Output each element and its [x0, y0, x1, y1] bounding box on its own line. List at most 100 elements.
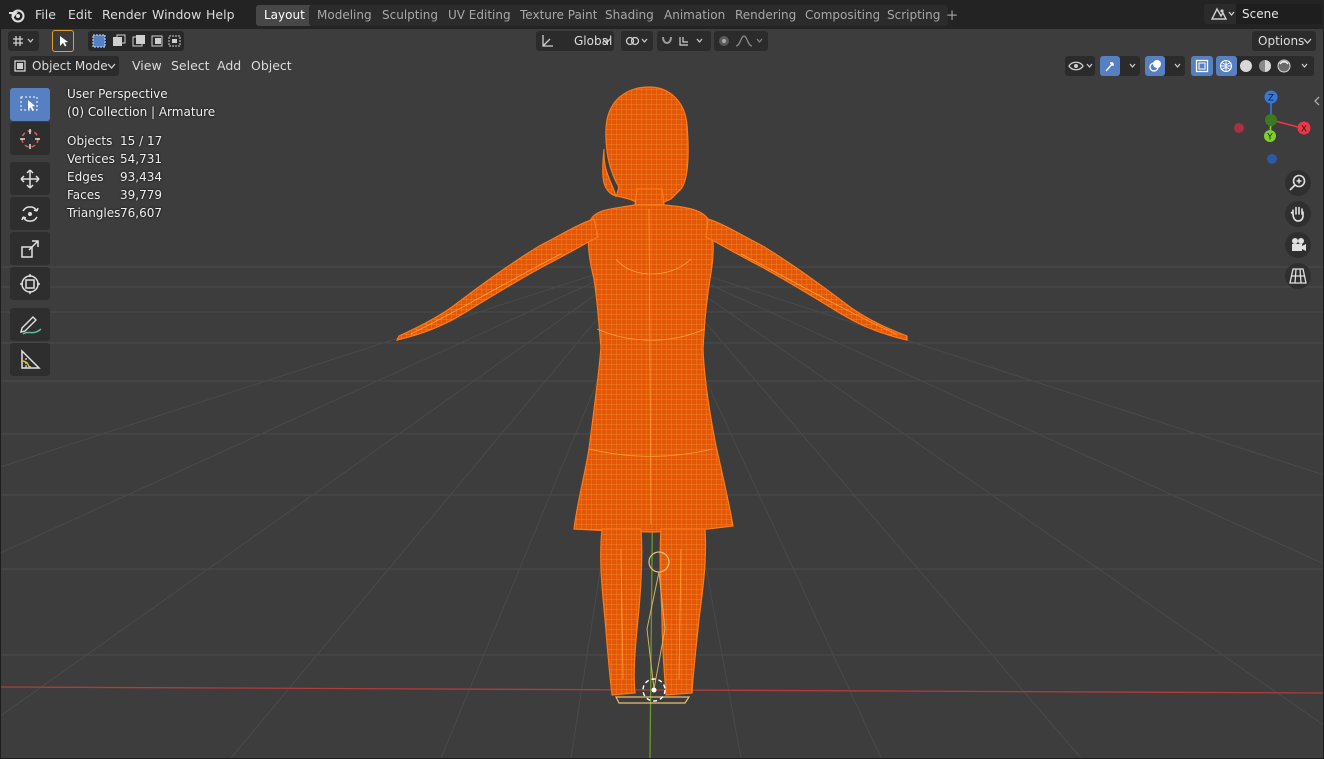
scene-icon — [1210, 7, 1235, 20]
select-box-icon — [20, 96, 38, 111]
stat-faces-label: Faces — [67, 188, 101, 202]
viewport-scene — [1, 86, 1323, 758]
options-dropdown[interactable]: Options — [1252, 31, 1316, 51]
menu-window[interactable]: Window — [152, 7, 201, 22]
3d-cursor-icon — [20, 129, 40, 149]
pivot-point-dropdown[interactable] — [621, 31, 653, 51]
viewport-menu-view[interactable]: View — [132, 58, 162, 73]
eye-icon — [1068, 61, 1093, 71]
move-arrows-icon — [20, 169, 40, 189]
cursor-tool[interactable] — [10, 122, 50, 155]
menu-edit[interactable]: Edit — [68, 7, 92, 22]
transform-tool[interactable] — [10, 267, 50, 300]
stat-faces-value: 39,779 — [120, 188, 162, 202]
menu-file[interactable]: File — [35, 7, 56, 22]
gizmo-z-label: Z — [1268, 94, 1274, 104]
tab-shading[interactable]: Shading — [597, 5, 662, 26]
x-axis-line — [1, 686, 1323, 694]
select-box-tool[interactable] — [10, 88, 50, 121]
tab-texture-paint[interactable]: Texture Paint — [512, 5, 606, 26]
pencil-icon — [20, 316, 42, 335]
scale-tool[interactable] — [10, 232, 50, 265]
mode-label: Object Mode — [32, 59, 108, 73]
top-bar: File Edit Render Window Help Layout Mode… — [0, 0, 1324, 29]
cursor-arrow-icon — [60, 36, 68, 47]
viewport-menu-add[interactable]: Add — [217, 58, 241, 73]
measure-tool[interactable] — [10, 343, 50, 376]
rotate-tool[interactable] — [10, 197, 50, 230]
add-workspace-button[interactable]: + — [943, 6, 961, 24]
shading-mode-group — [1216, 56, 1314, 76]
mode-dropdown[interactable]: Object Mode — [10, 56, 119, 76]
menu-render[interactable]: Render — [102, 7, 147, 22]
view-name-label: User Perspective — [67, 87, 168, 101]
stat-triangles-value: 76,607 — [120, 206, 162, 220]
tab-sculpting[interactable]: Sculpting — [374, 5, 447, 26]
stat-vertices-label: Vertices — [67, 152, 115, 166]
transform-icon — [20, 274, 40, 294]
xray-toggle-button[interactable] — [1191, 56, 1213, 76]
gizmo-y-label: Y — [1266, 133, 1273, 143]
ruler-icon — [21, 349, 41, 369]
gizmo-neg-x[interactable] — [1234, 123, 1244, 133]
xray-icon — [1195, 59, 1209, 73]
proportional-falloff-icon — [719, 35, 763, 47]
gizmo-neg-y[interactable] — [1265, 114, 1277, 126]
tab-uv-editing[interactable]: UV Editing — [440, 5, 519, 26]
tab-rendering[interactable]: Rendering — [727, 5, 805, 26]
tab-compositing[interactable]: Compositing — [797, 5, 889, 26]
selection-modes-icon[interactable] — [91, 34, 183, 48]
move-tool[interactable] — [10, 162, 50, 195]
tab-scripting[interactable]: Scripting — [879, 5, 949, 26]
perspective-grid-icon — [1289, 268, 1307, 284]
annotate-tool[interactable] — [10, 308, 50, 341]
chevron-down-icon — [602, 38, 611, 44]
gizmo-icon — [1105, 62, 1136, 72]
selection-mode-group — [88, 31, 184, 51]
snapping-group[interactable] — [657, 31, 711, 51]
blender-logo-icon[interactable] — [8, 6, 26, 24]
zoom-button[interactable] — [1285, 170, 1311, 196]
select-tool-button[interactable] — [52, 30, 74, 52]
overlays-toggle-group[interactable] — [1145, 56, 1185, 76]
tab-modeling[interactable]: Modeling — [309, 5, 380, 26]
chevron-down-icon — [1303, 38, 1312, 44]
hand-icon — [1290, 206, 1304, 222]
gizmo-toggle-group[interactable] — [1100, 56, 1140, 76]
camera-icon — [1292, 238, 1306, 251]
proportional-editing-group[interactable] — [714, 31, 768, 51]
orientation-axes-icon — [542, 35, 553, 47]
grid-snap-icon — [13, 36, 34, 46]
object-mode-icon — [14, 60, 26, 72]
zoom-magnifier-icon — [1289, 174, 1306, 191]
rotate-icon — [21, 206, 39, 222]
viewport-menu-object[interactable]: Object — [251, 58, 292, 73]
tab-animation[interactable]: Animation — [656, 5, 734, 26]
navigation-gizmo[interactable]: Z X Y — [1229, 87, 1319, 167]
3d-viewport[interactable]: Global Options Object Mode View Select A… — [1, 29, 1323, 758]
stat-vertices-value: 54,731 — [120, 152, 162, 166]
scene-name-field[interactable]: Scene — [1236, 4, 1322, 24]
overlays-icon — [1149, 60, 1181, 72]
viewport-menu-select[interactable]: Select — [171, 58, 210, 73]
pan-button[interactable] — [1285, 201, 1311, 227]
perspective-toggle-button[interactable] — [1285, 263, 1311, 289]
stat-objects-value: 15 / 17 — [120, 134, 163, 148]
camera-view-button[interactable] — [1285, 232, 1311, 258]
snap-magnet-icon — [662, 36, 703, 46]
stat-edges-label: Edges — [67, 170, 104, 184]
tool-options-dropdown[interactable] — [8, 31, 39, 51]
pivot-point-icon — [625, 36, 648, 46]
gizmo-neg-z[interactable] — [1267, 154, 1277, 164]
tool-settings-header: Global Options — [1, 29, 1323, 53]
visibility-dropdown[interactable] — [1065, 56, 1095, 76]
stat-triangles-label: Triangles — [67, 206, 121, 220]
tab-layout[interactable]: Layout — [256, 5, 313, 26]
transform-orientation-dropdown[interactable]: Global — [536, 31, 614, 51]
stat-edges-value: 93,434 — [120, 170, 162, 184]
sidebar-toggle-icon[interactable] — [1313, 96, 1321, 106]
collection-label: (0) Collection | Armature — [67, 105, 216, 119]
shading-modes-icon[interactable] — [1219, 59, 1313, 73]
menu-help[interactable]: Help — [206, 7, 235, 22]
stat-objects-label: Objects — [67, 134, 113, 148]
